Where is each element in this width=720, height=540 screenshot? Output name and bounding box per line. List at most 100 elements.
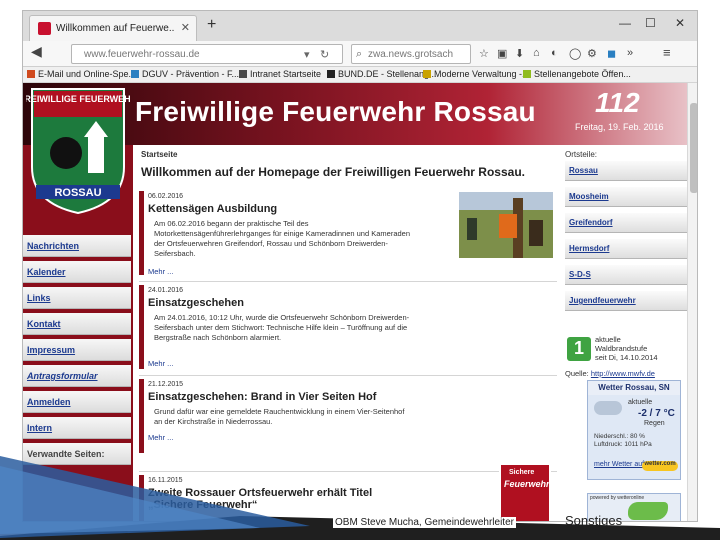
divider <box>139 375 557 376</box>
warning-line: Waldbrandstufe <box>595 344 648 353</box>
district-moosheim-button[interactable]: Moosheim <box>565 187 687 207</box>
weather-label: aktuelle <box>628 399 653 406</box>
weather-stat: Luftdruck: 1011 hPa <box>594 441 652 448</box>
divider <box>139 281 557 282</box>
search-icon: ⌕ <box>356 48 363 60</box>
back-arrow-icon[interactable]: ◀ <box>31 44 42 58</box>
url-text: www.feuerwehr-rossau.de <box>84 49 200 60</box>
bookmark-label: DGUV - Prävention - F... <box>142 69 240 79</box>
menu-impressum[interactable]: Impressum <box>23 339 131 361</box>
clipboard-icon[interactable]: ▣ <box>497 47 507 60</box>
news-more-link[interactable]: Mehr ... <box>148 359 173 368</box>
tab-title: Willkommen auf Feuerwe... <box>56 23 174 34</box>
news-title[interactable]: Kettensägen Ausbildung <box>148 203 277 215</box>
menu-nachrichten[interactable]: Nachrichten <box>23 235 131 257</box>
minimize-button[interactable]: — <box>619 16 631 30</box>
bookmark-icon <box>131 70 139 78</box>
bookmark-2[interactable]: DGUV - Prävention - F... <box>131 69 239 79</box>
search-text: zwa.news.grotsach <box>368 49 454 60</box>
news-more-link[interactable]: Mehr ... <box>148 267 173 276</box>
address-bar[interactable]: www.feuerwehr-rossau.de ↻ ▾ <box>71 44 343 64</box>
news-title[interactable]: Einsatzgeschehen: Brand in Vier Seiten H… <box>148 391 376 403</box>
menu-kontakt[interactable]: Kontakt <box>23 313 131 335</box>
crest-bottom-text: ROSSAU <box>54 187 101 199</box>
news-more-link[interactable]: Mehr ... <box>148 433 173 442</box>
fire-brigade-crest-icon: FREIWILLIGE FEUERWEHR ROSSAU <box>26 88 130 215</box>
new-tab-icon[interactable]: + <box>207 17 216 33</box>
youth-fire-brigade-button[interactable]: Jugendfeuerwehr <box>565 291 687 311</box>
star-icon[interactable]: ☆ <box>479 47 489 60</box>
welcome-heading: Willkommen auf der Homepage der Freiwill… <box>141 165 525 179</box>
district-hermsdorf-button[interactable]: Hermsdorf <box>565 239 687 259</box>
menu-antragsformular[interactable]: Antragsformular <box>23 365 131 387</box>
site-title: Freiwillige Feuerwehr Rossau <box>135 96 536 127</box>
scrollbar-thumb[interactable] <box>690 103 697 193</box>
header-date: Freitag, 19. Feb. 2016 <box>575 122 664 132</box>
bookmark-label: E-Mail und Online-Spe... <box>38 69 137 79</box>
source-label: Quelle: <box>565 369 589 378</box>
extension-icon[interactable]: ◼ <box>607 47 616 60</box>
weather-stat: Niederschl.: 80 % <box>594 433 645 440</box>
bookmark-label: Stellenangebote Öffen... <box>534 69 631 79</box>
district-rossau-button[interactable]: Rossau <box>565 161 687 181</box>
bookmark-1[interactable]: E-Mail und Online-Spe... <box>27 69 136 79</box>
chat-icon[interactable]: ◯ <box>569 47 581 60</box>
news-date: 24.01.2016 <box>148 287 184 294</box>
news-photo <box>459 192 553 258</box>
weather-temp: -2 / 7 °C <box>638 408 675 419</box>
slide-footer: OBM Steve Mucha, Gemeindewehrleiter <box>333 517 516 528</box>
bookmarks-bar: E-Mail und Online-Spe... DGUV - Präventi… <box>23 67 697 83</box>
search-box[interactable]: ⌕ zwa.news.grotsach <box>351 44 471 64</box>
district-greifendorf-button[interactable]: Greifendorf <box>565 213 687 233</box>
reload-icon[interactable]: ↻ <box>320 48 329 61</box>
download-icon[interactable]: ⬇ <box>515 47 524 60</box>
bookmark-4[interactable]: BUND.DE - Stellenang... <box>327 69 437 79</box>
source-link[interactable]: http://www.mwfv.de <box>591 369 655 378</box>
weather-stats: Niederschl.: 80 % Luftdruck: 1011 hPa <box>594 433 652 449</box>
close-button[interactable]: ✕ <box>675 16 685 30</box>
bookmark-icon <box>239 70 247 78</box>
reader-icon[interactable]: ◐ <box>551 47 558 59</box>
crest-top-text: FREIWILLIGE FEUERWEHR <box>26 94 130 104</box>
news-title[interactable]: Einsatzgeschehen <box>148 297 244 309</box>
weather-desc: Regen <box>644 420 665 427</box>
warning-line: aktuelle <box>595 335 621 344</box>
menu-kalender[interactable]: Kalender <box>23 261 131 283</box>
bookmark-3[interactable]: Intranet Startseite <box>239 69 321 79</box>
news-text: Grund dafür war eine gemeldete Rauchentw… <box>154 407 405 426</box>
bookmark-5[interactable]: Moderne Verwaltung -... <box>423 69 530 79</box>
district-sds-button[interactable]: S-D-S <box>565 265 687 285</box>
news-item: 24.01.2016 Einsatzgeschehen Am 24.01.201… <box>139 285 413 369</box>
slide-stage: { "browser": { "tab_title": "Willkommen … <box>0 0 720 540</box>
menu-icon[interactable]: ≡ <box>663 45 671 60</box>
bookmark-6[interactable]: Stellenangebote Öffen... <box>523 69 631 79</box>
news-item: 06.02.2016 Kettensägen Ausbildung Am 06.… <box>139 191 413 276</box>
maximize-button[interactable]: ☐ <box>645 16 656 30</box>
navigation-toolbar: ◀ www.feuerwehr-rossau.de ↻ ▾ ⌕ zwa.news… <box>23 41 697 67</box>
menu-intern[interactable]: Intern <box>23 417 131 439</box>
bookmark-label: Intranet Startseite <box>250 69 322 79</box>
tab-bar: Willkommen auf Feuerwe... ✕ + — ☐ ✕ <box>23 11 697 41</box>
addon-icon[interactable]: ⚙ <box>587 47 597 60</box>
news-text: Am 24.01.2016, 10:12 Uhr, wurde die Orts… <box>154 313 410 342</box>
menu-links[interactable]: Links <box>23 287 131 309</box>
overflow-icon[interactable]: » <box>627 47 633 59</box>
warning-line: seit Di, 14.10.2014 <box>595 353 658 362</box>
weather-title[interactable]: Wetter Rossau, SN <box>588 381 680 395</box>
warning-text: aktuelle Waldbrandstufe seit Di, 14.10.2… <box>595 335 658 362</box>
dropdown-icon[interactable]: ▾ <box>304 48 310 61</box>
bookmark-icon <box>27 70 35 78</box>
browser-window: Willkommen auf Feuerwe... ✕ + — ☐ ✕ ◀ ww… <box>22 10 698 522</box>
fire-warning-level-icon: 1 <box>567 337 591 361</box>
menu-anmelden[interactable]: Anmelden <box>23 391 131 413</box>
close-tab-icon[interactable]: ✕ <box>181 21 190 34</box>
bookmark-label: Moderne Verwaltung -... <box>434 69 530 79</box>
site-favicon-icon <box>38 22 51 35</box>
browser-tab[interactable]: Willkommen auf Feuerwe... ✕ <box>29 15 197 41</box>
bookmark-icon <box>327 70 335 78</box>
home-icon[interactable]: ⌂ <box>533 47 540 59</box>
rain-cloud-icon <box>594 401 622 415</box>
districts-heading: Ortsteile: <box>565 150 598 159</box>
source-line: Quelle: http://www.mwfv.de <box>565 369 655 378</box>
news-date: 21.12.2015 <box>148 381 184 388</box>
